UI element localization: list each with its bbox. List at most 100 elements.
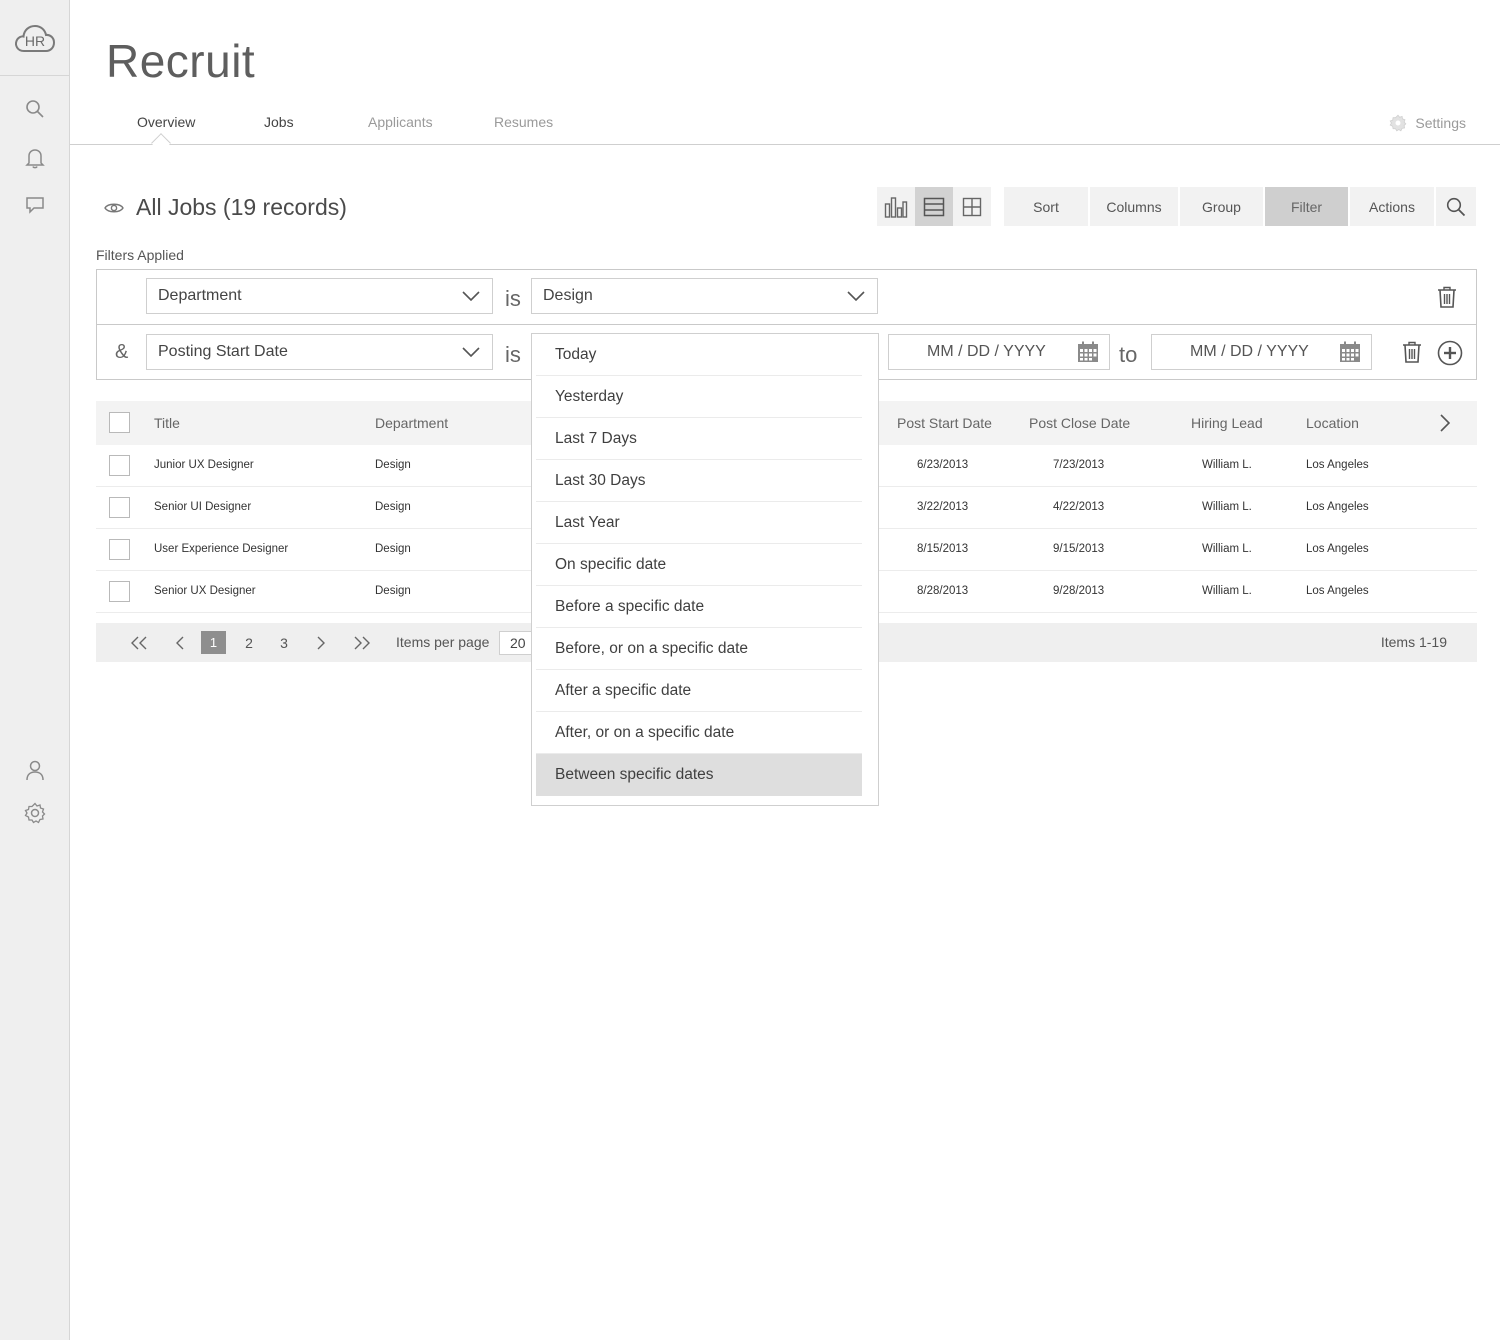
trash-icon [1438,286,1456,308]
filter-field-value: Posting Start Date [158,343,288,360]
date-option-between-specific-dates[interactable]: Between specific dates [536,754,862,796]
list-title: All Jobs (19 records) [136,194,347,220]
filter-field-value: Department [158,287,242,304]
calendar-icon[interactable] [1339,341,1361,363]
date-to-input[interactable]: MM / DD / YYYY [1151,334,1372,370]
filters-applied-label: Filters Applied [96,247,184,263]
calendar-icon[interactable] [1077,341,1099,363]
grid-view-button[interactable] [953,187,991,226]
logo-text: HR [24,33,44,49]
row-checkbox[interactable] [109,539,130,560]
cell-post-close-date: 4/22/2013 [1053,501,1105,513]
filter-value-select-design[interactable]: Design [531,278,878,314]
row-checkbox[interactable] [109,497,130,518]
date-option-last-year[interactable]: Last Year [536,502,862,544]
date-option-before-specific-date[interactable]: Before a specific date [536,586,862,628]
cell-department: Design [375,501,411,513]
delete-filter-button[interactable] [1437,286,1457,308]
filter-button[interactable]: Filter [1265,187,1348,226]
actions-button[interactable]: Actions [1350,187,1434,226]
active-tab-indicator [151,133,171,153]
cell-title: Junior UX Designer [154,459,254,471]
tab-overview[interactable]: Overview [137,114,195,130]
profile-nav-button[interactable] [22,757,48,783]
select-all-checkbox[interactable] [109,412,130,433]
date-option-before-or-on-specific-date[interactable]: Before, or on a specific date [536,628,862,670]
column-header-post-start-date[interactable]: Post Start Date [897,415,992,431]
cell-department: Design [375,459,411,471]
cell-post-start-date: 8/15/2013 [917,543,969,555]
list-view-button[interactable] [915,187,953,226]
column-header-department[interactable]: Department [375,415,448,431]
search-nav-button[interactable] [22,96,48,122]
bell-icon [25,149,45,169]
first-page-button[interactable] [128,623,150,662]
date-option-on-specific-date[interactable]: On specific date [536,544,862,586]
notifications-nav-button[interactable] [22,145,48,171]
filter-divider [97,324,1476,325]
tab-jobs[interactable]: Jobs [264,114,294,130]
next-page-button[interactable] [314,623,328,662]
cell-hiring-lead: William L. [1202,585,1252,597]
previous-page-button[interactable] [172,623,186,662]
filter-field-select-posting-start-date[interactable]: Posting Start Date [146,334,493,370]
column-header-hiring-lead[interactable]: Hiring Lead [1191,415,1263,431]
cell-title: Senior UX Designer [154,585,256,597]
group-button[interactable]: Group [1180,187,1263,226]
messages-nav-button[interactable] [22,192,48,218]
date-option-last-30-days[interactable]: Last 30 Days [536,460,862,502]
items-range-label: Items 1-19 [1380,634,1447,650]
search-button[interactable] [1436,187,1476,226]
row-checkbox[interactable] [109,455,130,476]
cell-hiring-lead: William L. [1202,543,1252,555]
app-logo[interactable]: HR [0,0,69,76]
page-2-button[interactable]: 2 [242,623,256,662]
grid-view-icon [962,197,982,216]
settings-label: Settings [1415,115,1466,131]
settings-nav-button[interactable] [22,800,48,826]
cell-post-close-date: 7/23/2013 [1053,459,1105,471]
tab-resumes[interactable]: Resumes [494,114,553,130]
page-title: Recruit [106,35,256,87]
trash-icon [1403,341,1421,363]
plus-circle-icon [1437,340,1463,366]
cloud-logo-icon: HR [14,24,55,52]
list-toolbar: Sort Columns Group Filter Actions [1004,187,1476,226]
tab-applicants[interactable]: Applicants [368,114,433,130]
column-header-post-close-date[interactable]: Post Close Date [1029,415,1130,431]
cell-location: Los Angeles [1306,585,1369,597]
items-per-page-label: Items per page [396,634,490,650]
double-chevron-left-icon [131,636,147,649]
date-option-last-7-days[interactable]: Last 7 Days [536,418,862,460]
add-filter-button[interactable] [1437,340,1463,366]
last-page-button[interactable] [351,623,373,662]
column-header-location[interactable]: Location [1306,415,1359,431]
page-1-button[interactable]: 1 [201,631,226,654]
chart-view-button[interactable] [877,187,915,226]
search-icon [26,100,44,118]
sidebar: HR [0,0,70,1340]
scroll-columns-right-button[interactable] [1440,414,1450,432]
cell-post-close-date: 9/28/2013 [1053,585,1105,597]
filter-operator: is [505,286,521,311]
main-tabs: Overview Jobs Applicants Resumes Setting… [70,104,1500,153]
columns-button[interactable]: Columns [1090,187,1178,226]
chevron-left-icon [175,636,183,649]
date-option-today[interactable]: Today [536,334,862,376]
cell-hiring-lead: William L. [1202,501,1252,513]
view-switcher [877,187,991,226]
date-option-after-or-on-specific-date[interactable]: After, or on a specific date [536,712,862,754]
delete-filter-button[interactable] [1402,341,1422,363]
settings-link[interactable]: Settings [1389,114,1466,132]
date-option-yesterday[interactable]: Yesterday [536,376,862,418]
column-header-title[interactable]: Title [154,415,180,431]
cell-hiring-lead: William L. [1202,459,1252,471]
sort-button[interactable]: Sort [1004,187,1088,226]
filter-value: Design [543,287,593,304]
row-checkbox[interactable] [109,581,130,602]
date-option-after-specific-date[interactable]: After a specific date [536,670,862,712]
date-from-input[interactable]: MM / DD / YYYY [888,334,1110,370]
page-3-button[interactable]: 3 [277,623,291,662]
eye-icon[interactable] [104,201,124,215]
filter-field-select-department[interactable]: Department [146,278,493,314]
